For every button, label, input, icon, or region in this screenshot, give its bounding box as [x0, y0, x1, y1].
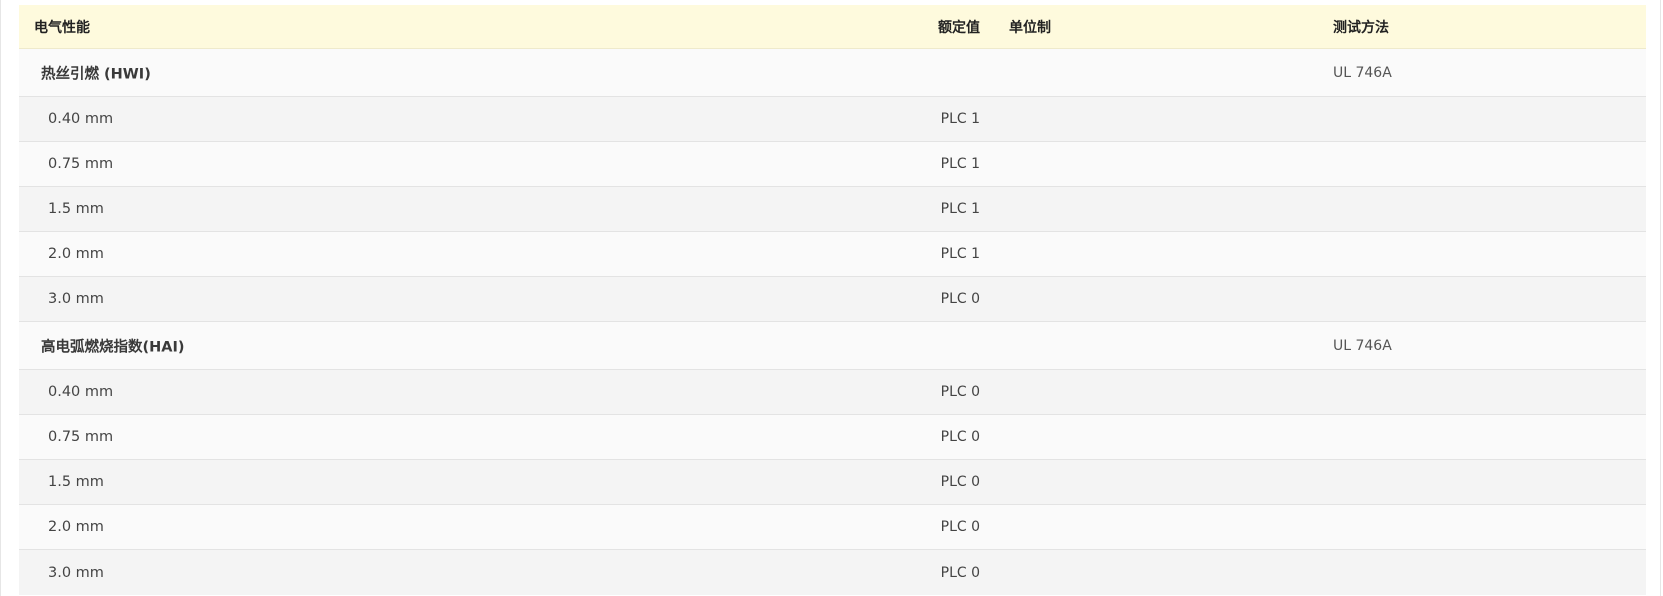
group-label: 高电弧燃烧指数(HAI): [41, 339, 185, 355]
group-row-hai: 高电弧燃烧指数(HAI) UL 746A: [19, 322, 1646, 370]
group-method: UL 746A: [1333, 64, 1392, 81]
group-row-hwi: 热丝引燃 (HWI) UL 746A: [19, 49, 1646, 97]
table-row: 2.0 mm PLC 0: [19, 505, 1646, 550]
row-value: PLC 0: [940, 291, 980, 307]
table-row: 0.40 mm PLC 0: [19, 370, 1646, 415]
row-value: PLC 1: [940, 156, 980, 172]
row-thickness: 1.5 mm: [48, 474, 104, 490]
row-value: PLC 0: [940, 519, 980, 535]
table-row: 0.40 mm PLC 1: [19, 97, 1646, 142]
row-value: PLC 1: [940, 201, 980, 217]
table-row: 1.5 mm PLC 1: [19, 187, 1646, 232]
page-frame: 电气性能 额定值 单位制 测试方法 热丝引燃 (HWI) UL 746A 0.4…: [0, 0, 1661, 596]
group-label: 热丝引燃 (HWI): [41, 66, 151, 82]
row-value: PLC 0: [940, 564, 980, 581]
row-thickness: 3.0 mm: [48, 564, 104, 581]
row-thickness: 3.0 mm: [48, 291, 104, 307]
row-value: PLC 1: [940, 246, 980, 262]
row-thickness: 0.75 mm: [48, 429, 114, 445]
row-thickness: 2.0 mm: [48, 246, 104, 262]
header-method: 测试方法: [1333, 19, 1389, 36]
header-unit: 单位制: [1009, 19, 1051, 36]
row-thickness: 2.0 mm: [48, 519, 104, 535]
table-row: 0.75 mm PLC 1: [19, 142, 1646, 187]
table-row: 3.0 mm PLC 0: [19, 277, 1646, 322]
row-value: PLC 1: [940, 111, 980, 127]
row-thickness: 0.40 mm: [48, 111, 114, 127]
table-row: 0.75 mm PLC 0: [19, 415, 1646, 460]
row-value: PLC 0: [940, 429, 980, 445]
electrical-properties-table: 电气性能 额定值 单位制 测试方法 热丝引燃 (HWI) UL 746A 0.4…: [19, 5, 1646, 595]
row-value: PLC 0: [940, 384, 980, 400]
row-value: PLC 0: [940, 474, 980, 490]
table-header-row: 电气性能 额定值 单位制 测试方法: [19, 5, 1646, 49]
row-thickness: 0.40 mm: [48, 384, 114, 400]
header-property: 电气性能: [34, 19, 90, 36]
group-method: UL 746A: [1333, 337, 1392, 354]
table-row: 3.0 mm PLC 0: [19, 550, 1646, 595]
table-row: 1.5 mm PLC 0: [19, 460, 1646, 505]
row-thickness: 0.75 mm: [48, 156, 114, 172]
table-row: 2.0 mm PLC 1: [19, 232, 1646, 277]
header-value: 额定值: [938, 19, 980, 36]
row-thickness: 1.5 mm: [48, 201, 104, 217]
